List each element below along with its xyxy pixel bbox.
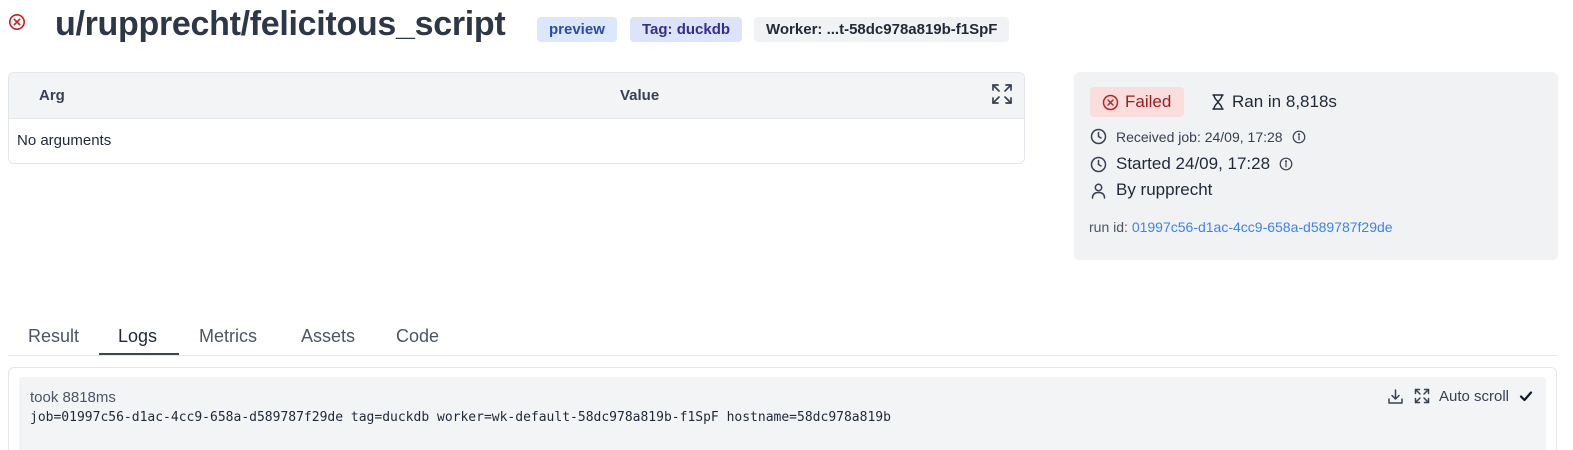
created-by-row: By rupprecht (1090, 180, 1212, 200)
received-label: Received job: 24/09, 17:28 (1116, 128, 1283, 145)
duration-label: Ran in 8,818s (1232, 92, 1337, 111)
no-arguments-text: No arguments (17, 132, 112, 149)
auto-scroll-label: Auto scroll (1438, 387, 1509, 405)
received-row: Received job: 24/09, 17:28 (1090, 128, 1306, 145)
run-id: run id: 01997c56-d1ac-4cc9-658a-d589787f… (1089, 219, 1393, 235)
auto-scroll-checkbox[interactable] (1517, 387, 1535, 405)
user-icon (1091, 183, 1106, 199)
column-header-arg: Arg (39, 87, 65, 104)
run-id-label: run id: (1089, 219, 1132, 235)
clock-icon (1090, 156, 1107, 172)
status-label: Failed (1125, 92, 1172, 111)
info-icon[interactable] (1292, 130, 1306, 144)
worker-badge[interactable]: Worker: ...t-58dc978a819b-f1SpF (754, 17, 1010, 42)
log-line: job=01997c56-d1ac-4cc9-658a-d589787f29de… (30, 410, 891, 425)
arguments-table: Arg Value No arguments (8, 72, 1025, 164)
run-id-link[interactable]: 01997c56-d1ac-4cc9-658a-d589787f29de (1132, 219, 1393, 235)
check-icon (1519, 391, 1533, 402)
x-circle-icon (1102, 94, 1119, 110)
job-info-card: Failed Ran in 8,818s Received job: 24/09… (1074, 72, 1558, 260)
expand-icon[interactable] (1413, 387, 1431, 405)
expand-icon[interactable] (991, 83, 1013, 105)
created-by-label: By rupprecht (1116, 180, 1213, 199)
result-tabs: Result Logs Metrics Assets Code (8, 318, 1557, 356)
tag-badge: Tag: duckdb (630, 17, 743, 42)
logs-viewer: took 8818ms job=01997c56-d1ac-4cc9-658a-… (19, 377, 1546, 450)
tab-assets[interactable]: Assets (301, 326, 355, 347)
page-title: u/rupprecht/felicitous_script (55, 5, 506, 43)
active-tab-indicator (99, 353, 179, 355)
tab-result[interactable]: Result (28, 326, 79, 347)
hourglass-icon (1212, 94, 1224, 110)
arguments-table-header: Arg Value (9, 73, 1024, 119)
column-header-value: Value (620, 87, 660, 104)
logs-toolbar: Auto scroll (1387, 387, 1535, 405)
tab-code[interactable]: Code (396, 326, 439, 347)
info-icon[interactable] (1279, 157, 1293, 171)
preview-badge: preview (537, 17, 617, 42)
logs-duration: took 8818ms (30, 389, 116, 406)
tab-metrics[interactable]: Metrics (199, 326, 257, 347)
started-row: Started 24/09, 17:28 (1090, 154, 1293, 174)
tab-logs[interactable]: Logs (118, 326, 157, 347)
duration: Ran in 8,818s (1210, 92, 1337, 112)
clock-icon (1090, 128, 1107, 145)
logs-panel: took 8818ms job=01997c56-d1ac-4cc9-658a-… (8, 367, 1557, 450)
status-badge: Failed (1090, 87, 1185, 117)
started-label: Started 24/09, 17:28 (1116, 154, 1271, 173)
x-circle-icon (8, 13, 26, 31)
download-icon[interactable] (1387, 387, 1405, 405)
